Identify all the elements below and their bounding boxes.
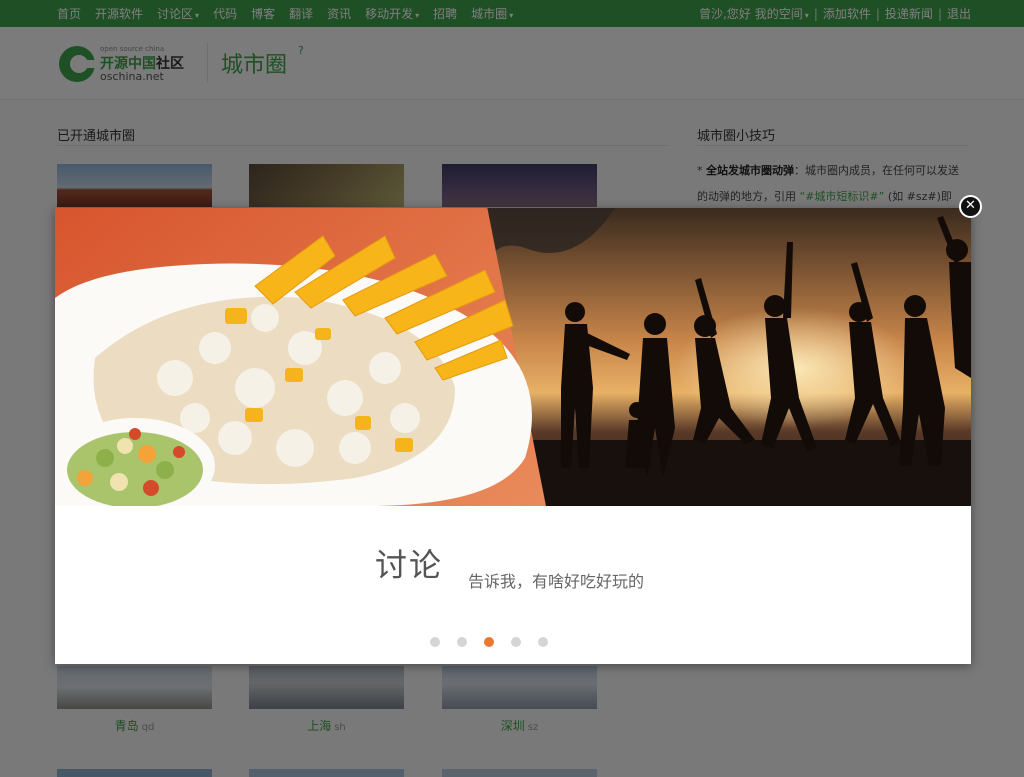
slide-image [55, 208, 971, 506]
intro-modal: 讨论 告诉我，有啥好吃好玩的 [55, 208, 971, 664]
slide-subtitle: 告诉我，有啥好吃好玩的 [468, 572, 645, 591]
slide-dot-3-active[interactable] [484, 637, 494, 647]
slide-dot-4[interactable] [511, 637, 521, 647]
slide-heading: 讨论 [375, 546, 444, 584]
close-icon: ✕ [965, 198, 976, 213]
slide-pagination [430, 637, 565, 647]
slide-dot-5[interactable] [538, 637, 548, 647]
close-modal-button[interactable]: ✕ [959, 195, 982, 218]
slide-dot-2[interactable] [457, 637, 467, 647]
slide-dot-1[interactable] [430, 637, 440, 647]
